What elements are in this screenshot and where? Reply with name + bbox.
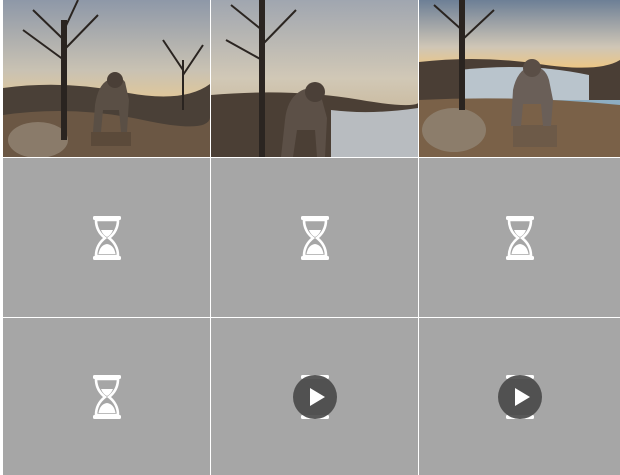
photo-image [419,0,620,157]
hourglass-icon [300,215,329,260]
video-loading-indicator[interactable] [497,374,543,420]
photo-image [3,0,210,157]
loading-placeholder-3[interactable] [419,158,620,317]
photo-thumbnail-2[interactable] [211,0,418,157]
play-icon[interactable] [292,374,338,420]
video-loading-indicator[interactable] [292,374,338,420]
photo-image [211,0,418,157]
play-icon[interactable] [497,374,543,420]
photo-thumbnail-3[interactable] [419,0,620,157]
hourglass-icon [92,215,121,260]
hourglass-icon [92,374,121,419]
loading-placeholder-2[interactable] [211,158,418,317]
loading-placeholder-1[interactable] [3,158,210,317]
loading-placeholder-4[interactable] [3,318,210,475]
hourglass-icon [505,215,534,260]
video-placeholder-1[interactable] [211,318,418,475]
media-grid [3,0,620,475]
video-placeholder-2[interactable] [419,318,620,475]
photo-thumbnail-1[interactable] [3,0,210,157]
